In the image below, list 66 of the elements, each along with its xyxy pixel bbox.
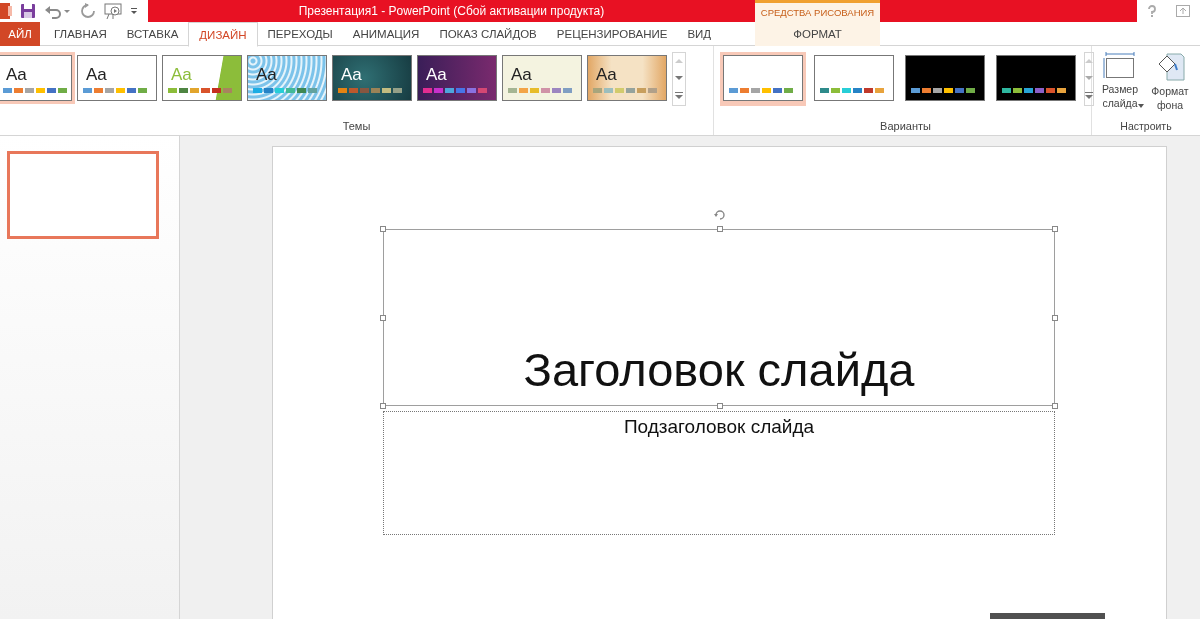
ribbon-button[interactable]: Размер слайда bbox=[1096, 52, 1144, 112]
theme-thumbnail[interactable]: Aa bbox=[77, 55, 157, 101]
theme-thumbnail[interactable]: Aa bbox=[587, 55, 667, 101]
color-swatch-drawing bbox=[593, 88, 659, 93]
theme-thumbnail[interactable]: Aa bbox=[0, 55, 72, 101]
theme-thumbnail[interactable]: Aa bbox=[417, 55, 497, 101]
more-icon[interactable] bbox=[1085, 91, 1093, 100]
group-label: Темы bbox=[342, 120, 371, 132]
resize-handle[interactable] bbox=[717, 226, 723, 232]
undo-icon[interactable] bbox=[44, 3, 72, 19]
resize-handle[interactable] bbox=[380, 403, 386, 409]
color-swatch-drawing bbox=[253, 88, 319, 93]
color-swatch-drawing bbox=[820, 88, 886, 93]
resize-handle[interactable] bbox=[1052, 226, 1058, 232]
resize-handle[interactable] bbox=[380, 315, 386, 321]
ribbon-tab[interactable]: АЙЛ bbox=[0, 22, 40, 46]
variant-thumbnail[interactable] bbox=[723, 55, 803, 101]
ribbon-tab[interactable]: ФОРМАТ bbox=[755, 22, 880, 46]
ribbon-display-icon[interactable] bbox=[1176, 5, 1191, 17]
resize-handle[interactable] bbox=[1052, 315, 1058, 321]
more-icon[interactable] bbox=[675, 91, 683, 100]
ribbon-tab[interactable]: ПЕРЕХОДЫ bbox=[257, 22, 343, 46]
scroll-down-icon[interactable] bbox=[675, 75, 683, 81]
window-title: Презентация1 - PowerPoint (Сбой активации продукта) bbox=[297, 3, 606, 20]
variant-thumbnail[interactable] bbox=[905, 55, 985, 101]
ribbon-tab[interactable]: ДИЗАЙН bbox=[188, 22, 258, 47]
resize-handle[interactable] bbox=[1052, 403, 1058, 409]
slide-thumbnail[interactable] bbox=[7, 151, 159, 239]
app-logo-icon bbox=[0, 2, 12, 20]
color-swatch-drawing bbox=[423, 88, 489, 93]
variant-thumbnail[interactable] bbox=[996, 55, 1076, 101]
color-swatch-drawing bbox=[508, 88, 574, 93]
resize-handle[interactable] bbox=[380, 226, 386, 232]
color-swatch-drawing bbox=[3, 88, 69, 93]
subtitle-placeholder[interactable]: Подзаголовок слайда bbox=[383, 411, 1055, 535]
slide-subtitle: Подзаголовок слайда bbox=[623, 416, 815, 439]
group-label: Варианты bbox=[880, 120, 931, 132]
scroll-down-icon[interactable] bbox=[1085, 75, 1093, 81]
help-icon[interactable] bbox=[1146, 5, 1157, 17]
color-swatch-drawing bbox=[911, 88, 977, 93]
ribbon-tab[interactable]: ВСТАВКА bbox=[116, 22, 189, 46]
context-group-label: СРЕДСТВА РИСОВАНИЯ bbox=[755, 0, 880, 22]
theme-thumbnail[interactable]: Aa bbox=[502, 55, 582, 101]
ribbon-tab[interactable]: ГЛАВНАЯ bbox=[44, 22, 117, 46]
theme-thumbnail[interactable]: Aa bbox=[247, 55, 327, 101]
slideshow-icon[interactable] bbox=[104, 2, 122, 20]
ribbon-tab[interactable]: ПОКАЗ СЛАЙДОВ bbox=[429, 22, 547, 46]
theme-thumbnail[interactable]: Aa bbox=[332, 55, 412, 101]
color-swatch-drawing bbox=[338, 88, 404, 93]
save-icon[interactable] bbox=[20, 3, 36, 19]
ribbon-tab[interactable]: АНИМАЦИЯ bbox=[342, 22, 430, 46]
ribbon-button[interactable]: Формат фона bbox=[1146, 52, 1194, 112]
color-swatch-drawing bbox=[729, 88, 795, 93]
ribbon-tab[interactable]: ВИД bbox=[677, 22, 722, 46]
slide-title: Заголовок слайда bbox=[523, 342, 915, 397]
color-swatch-drawing bbox=[168, 88, 234, 93]
color-swatch-drawing bbox=[83, 88, 149, 93]
variant-thumbnail[interactable] bbox=[814, 55, 894, 101]
color-swatch-drawing bbox=[1002, 88, 1068, 93]
ribbon-tab[interactable]: РЕЦЕНЗИРОВАНИЕ bbox=[546, 22, 678, 46]
customize-menu-icon[interactable] bbox=[130, 6, 138, 16]
rotate-handle-icon[interactable] bbox=[713, 208, 727, 222]
group-label: Настроить bbox=[1120, 120, 1172, 132]
slide-size-icon bbox=[1103, 52, 1137, 80]
redo-icon[interactable] bbox=[80, 3, 96, 19]
resize-handle[interactable] bbox=[717, 403, 723, 409]
